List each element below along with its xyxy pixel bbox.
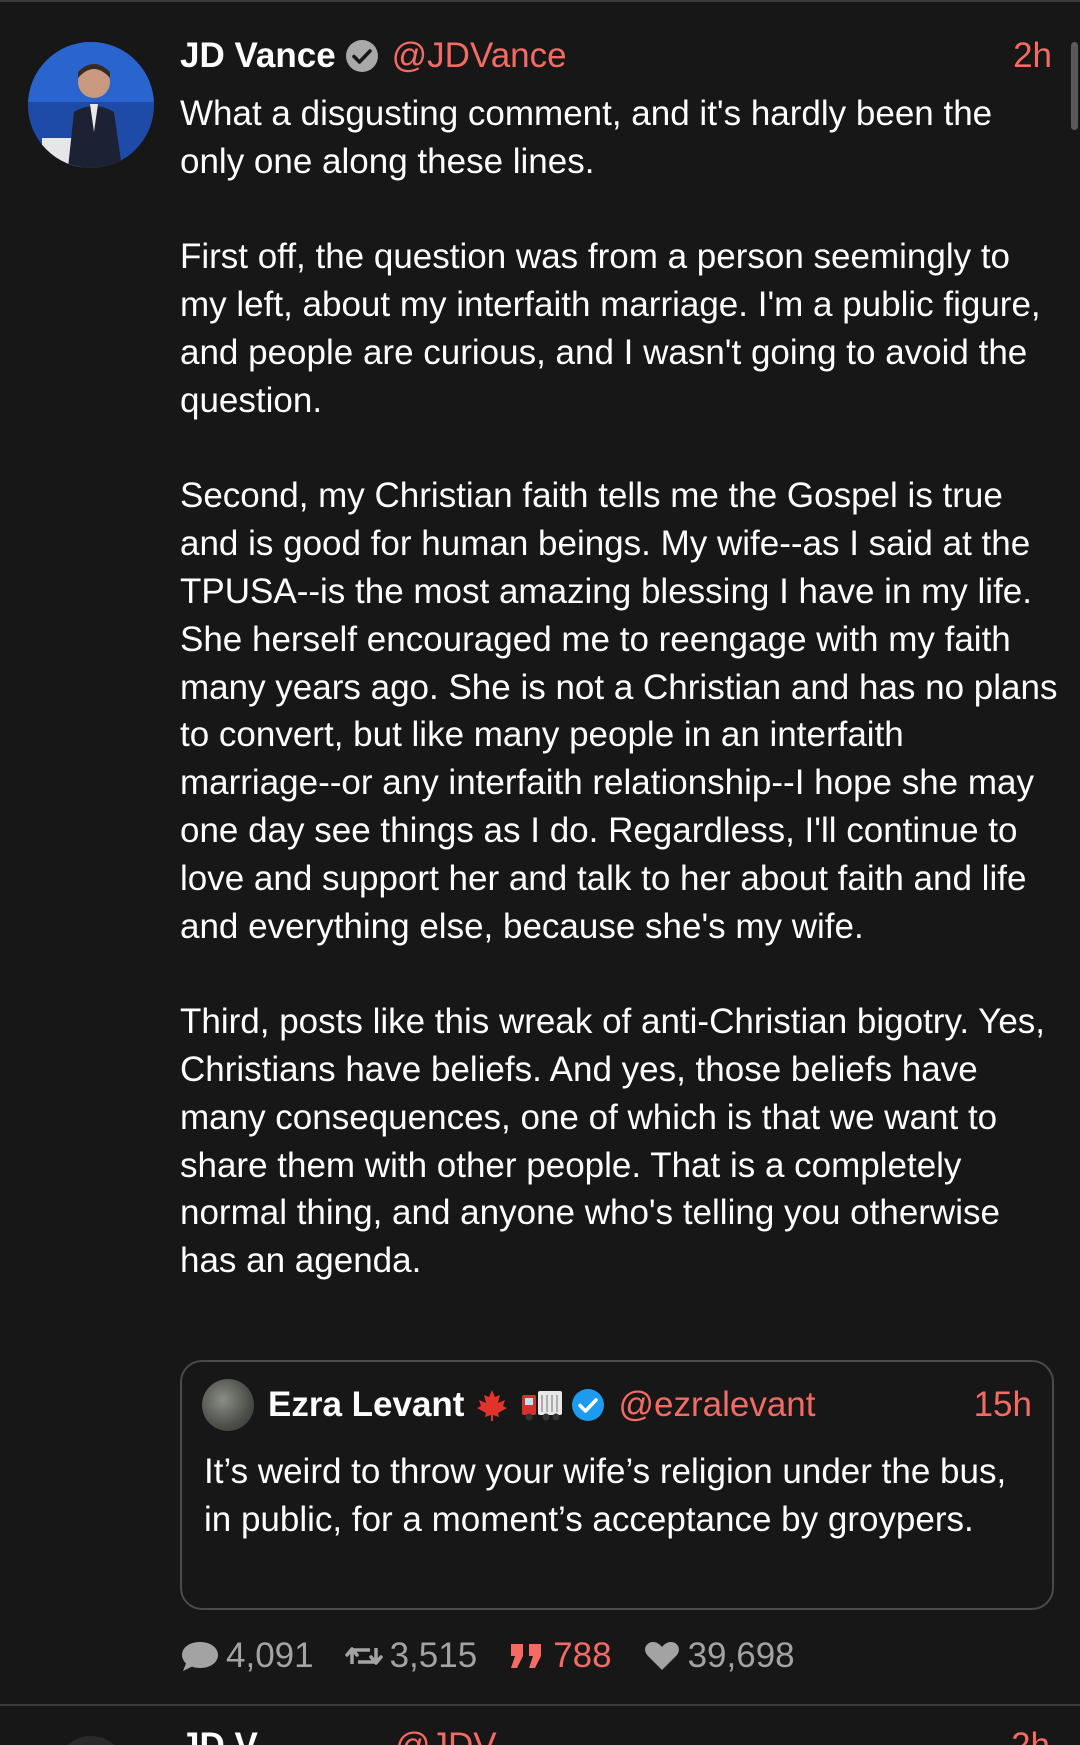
- scrollbar[interactable]: [1071, 42, 1078, 130]
- truck-icon: [520, 1387, 564, 1423]
- feed-page: JD Vance @JDVance 2h What a disgusting c…: [0, 0, 1080, 1745]
- repost-button[interactable]: 3,515: [344, 1636, 478, 1676]
- quote-icon: [511, 1644, 542, 1668]
- post-text: What a disgusting comment, and it's hard…: [180, 94, 1058, 1281]
- next-post-handle[interactable]: @JDV: [395, 1726, 497, 1745]
- quoted-post[interactable]: Ezra Levant @ezralevant 15h It’s weird t…: [180, 1360, 1054, 1610]
- repost-icon: [344, 1647, 383, 1665]
- maple-leaf-icon: [474, 1387, 510, 1423]
- author-name[interactable]: JD Vance: [180, 36, 336, 76]
- next-post-timestamp[interactable]: 2h: [1011, 1726, 1050, 1745]
- quoted-avatar[interactable]: [202, 1379, 254, 1431]
- like-count: 39,698: [687, 1636, 795, 1675]
- grey-check-icon: [344, 38, 380, 74]
- next-post-author-name[interactable]: JD V: [180, 1726, 258, 1745]
- next-post-avatar[interactable]: [56, 1736, 126, 1745]
- quoted-author-handle[interactable]: @ezralevant: [618, 1385, 815, 1425]
- quoted-post-text: It’s weird to throw your wife’s religion…: [204, 1452, 1007, 1539]
- next-post[interactable]: JD V @JDV 2h: [0, 1706, 1080, 1745]
- quotes-button[interactable]: 788: [507, 1636, 612, 1676]
- reply-button[interactable]: 4,091: [180, 1636, 314, 1676]
- avatar-photo: [28, 42, 154, 168]
- post: JD Vance @JDVance 2h What a disgusting c…: [180, 32, 1057, 1285]
- post-actions: 4,091 3,515 788 39,698: [180, 1632, 825, 1680]
- comment-icon: [182, 1642, 218, 1671]
- quoted-author-name[interactable]: Ezra Levant: [268, 1385, 464, 1425]
- quoted-timestamp[interactable]: 15h: [974, 1385, 1032, 1425]
- post-timestamp[interactable]: 2h: [1013, 36, 1052, 76]
- quote-count: 788: [553, 1636, 612, 1675]
- author-handle[interactable]: @JDVance: [392, 36, 567, 76]
- like-button[interactable]: 39,698: [642, 1636, 795, 1676]
- heart-icon: [644, 1642, 679, 1670]
- repost-count: 3,515: [389, 1636, 478, 1675]
- blue-verified-icon: [570, 1387, 606, 1423]
- avatar[interactable]: [28, 42, 154, 168]
- post-header: JD Vance @JDVance 2h: [180, 32, 1052, 80]
- quoted-post-header: Ezra Levant @ezralevant 15h: [202, 1378, 1032, 1432]
- reply-count: 4,091: [226, 1636, 314, 1675]
